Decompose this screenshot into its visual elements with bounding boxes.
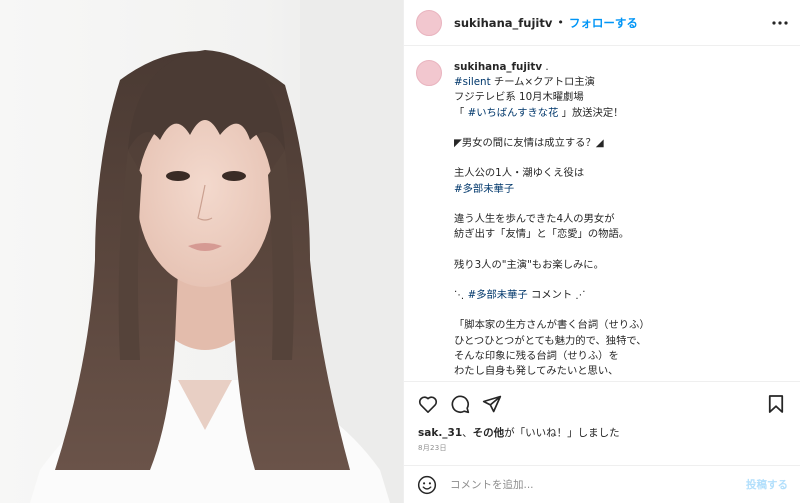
caption-line-text: コメント ⋰ (527, 288, 586, 301)
caption-line-text: チーム×クアトロ主演 (490, 76, 595, 89)
caption-line: 違う人生を歩んできた4人の男女が (454, 212, 784, 227)
caption-line: 残り3人の"主演"もお楽しみに。 (454, 258, 784, 273)
caption-line-text: 主人公の1人・潮ゆくえ役は (454, 167, 585, 180)
caption-lines: #silent チーム×クアトロ主演 フジテレビ系 10月木曜劇場「 #いちばんす… (454, 75, 784, 380)
caption-line-text: ひとつひとつがとても魅力的で、独特で、 (454, 334, 647, 347)
caption-line-text: 「脚本家の生方さんが書く台詞（せりふ） (454, 319, 650, 332)
caption-line: #多部未華子 (454, 182, 784, 197)
caption-line: 「 #いちばんすきな花 」放送決定！ (454, 106, 784, 121)
caption-line-prefix: ⋱ (454, 288, 468, 301)
caption-row: sukihana_fujitv . #silent チーム×クアトロ主演 フジテレ… (404, 46, 800, 380)
caption-username-suffix: . (542, 61, 549, 73)
separator-dot: • (557, 16, 564, 29)
caption-line: フジテレビ系 10月木曜劇場 (454, 90, 784, 105)
caption-text: sukihana_fujitv . #silent チーム×クアトロ主演 フジテレ… (454, 60, 784, 380)
caption-line: わたし自身も発してみたいと思い、 (454, 364, 784, 379)
post-header: sukihana_fujitv • フォローする (404, 0, 800, 46)
portrait-image (0, 0, 403, 503)
caption-avatar[interactable] (416, 60, 442, 86)
caption-line-text: 残り3人の"主演"もお楽しみに。 (454, 258, 604, 271)
likes-suffix: が「いいね！」しました (504, 427, 620, 439)
send-icon[interactable] (480, 392, 504, 416)
heart-icon[interactable] (416, 392, 440, 416)
caption-line: ひとつひとつがとても魅力的で、独特で、 (454, 334, 784, 349)
caption-line-text: 紡ぎ出す「友情」と「恋愛」の物語。 (454, 228, 630, 241)
likes-summary: sak._31、その他が「いいね！」しました (418, 425, 620, 440)
caption-line: ⋱ #多部未華子 コメント ⋰ (454, 288, 784, 303)
post-side-panel: sukihana_fujitv • フォローする sukihana_fujitv… (403, 0, 800, 503)
likes-middle: 、 (462, 427, 473, 439)
hashtag-link[interactable]: #silent (454, 76, 491, 88)
caption-line: 紡ぎ出す「友情」と「恋愛」の物語。 (454, 227, 784, 242)
post-comment-button[interactable]: 投稿する (746, 477, 788, 492)
instagram-post: sukihana_fujitv • フォローする sukihana_fujitv… (0, 0, 800, 503)
bookmark-icon[interactable] (764, 392, 788, 416)
caption-line: ◤男女の間に友情は成立する？◢ (454, 136, 784, 151)
post-photo[interactable] (0, 0, 403, 503)
caption-line: #silent チーム×クアトロ主演 (454, 75, 784, 90)
likes-first-user[interactable]: sak._31 (418, 427, 462, 439)
caption-line-text: そんな印象に残る台詞（せりふ）を (454, 349, 619, 362)
caption-line: 「脚本家の生方さんが書く台詞（せりふ） (454, 318, 784, 333)
emoji-icon[interactable] (416, 474, 438, 496)
caption-line-text: ◤男女の間に友情は成立する？◢ (454, 137, 604, 149)
caption-line: 今回、参加させていただきたいと思いました」 (454, 379, 784, 380)
caption-line-text: 」放送決定！ (558, 106, 624, 119)
caption-line: 主人公の1人・潮ゆくえ役は (454, 166, 784, 181)
follow-button[interactable]: フォローする (569, 15, 638, 31)
caption-line: そんな印象に残る台詞（せりふ）を (454, 349, 784, 364)
caption-line-text: 違う人生を歩んできた4人の男女が (454, 212, 615, 225)
action-bar (404, 381, 800, 425)
comment-input[interactable] (448, 477, 746, 492)
caption-username[interactable]: sukihana_fujitv (454, 61, 542, 73)
more-horizontal-icon[interactable] (770, 13, 790, 33)
likes-others[interactable]: その他 (473, 427, 505, 439)
comment-icon[interactable] (448, 392, 472, 416)
caption-line-text: フジテレビ系 10月木曜劇場 (454, 91, 584, 104)
caption-line-text: わたし自身も発してみたいと思い、 (454, 364, 619, 377)
header-username[interactable]: sukihana_fujitv (454, 16, 552, 30)
caption-line-prefix: 「 (454, 106, 468, 119)
avatar[interactable] (416, 9, 442, 36)
hashtag-link[interactable]: #多部未華子 (454, 183, 514, 195)
hashtag-link[interactable]: #多部未華子 (468, 289, 528, 301)
hashtag-link[interactable]: #いちばんすきな花 (468, 107, 559, 119)
caption-area[interactable]: sukihana_fujitv . #silent チーム×クアトロ主演 フジテレ… (404, 46, 800, 380)
post-date[interactable]: 8月23日 (418, 443, 447, 453)
comment-bar: 投稿する (404, 465, 800, 503)
